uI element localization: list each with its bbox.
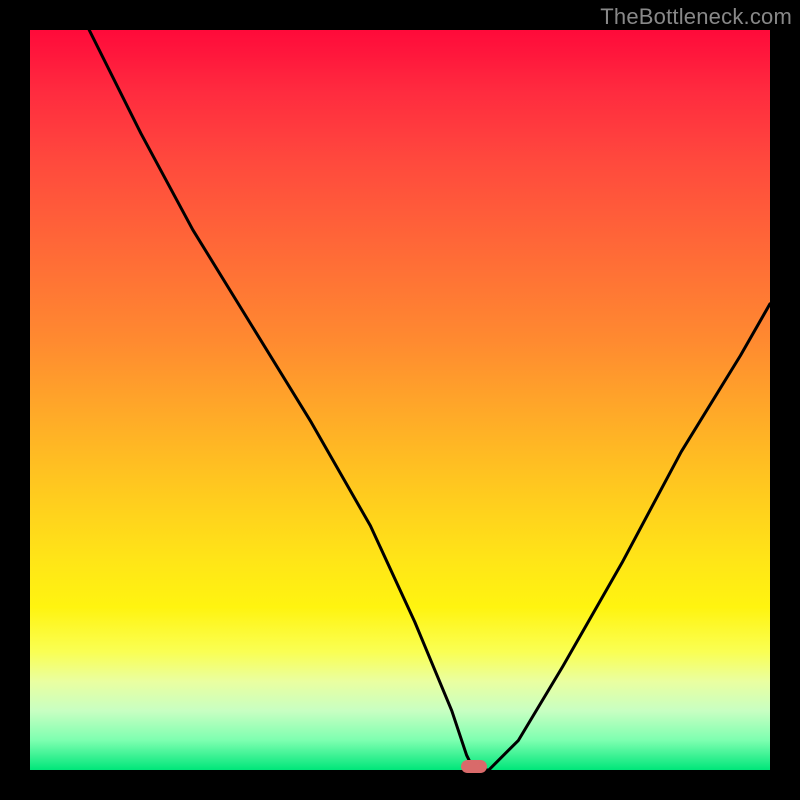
watermark-text: TheBottleneck.com	[600, 4, 792, 30]
chart-frame: TheBottleneck.com	[0, 0, 800, 800]
optimal-marker	[461, 760, 487, 773]
curve-path	[89, 30, 770, 770]
bottleneck-curve	[30, 30, 770, 770]
plot-area	[30, 30, 770, 770]
